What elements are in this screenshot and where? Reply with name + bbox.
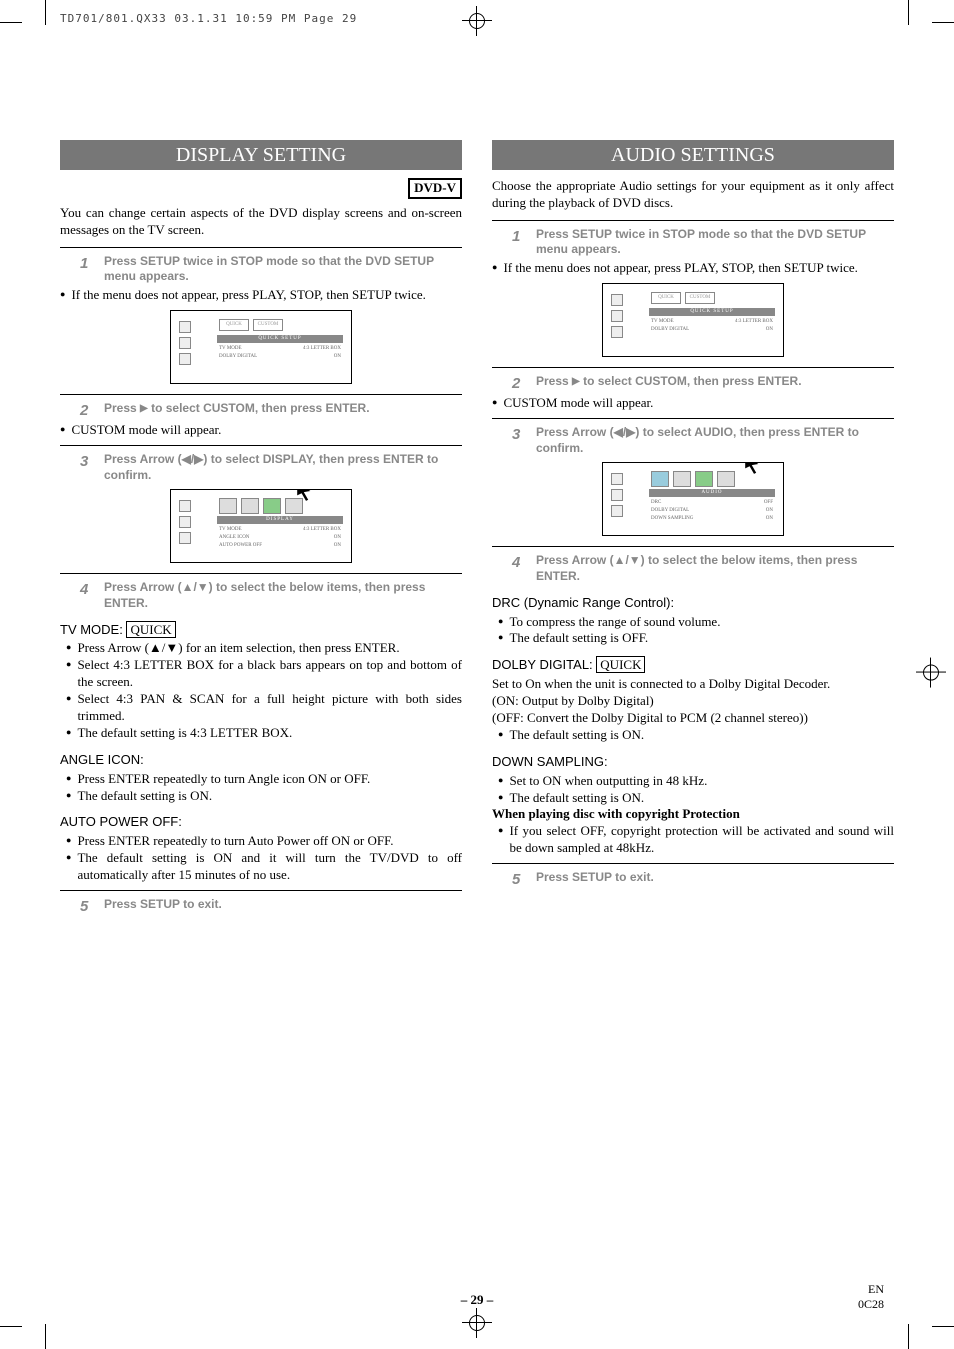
screen-illustration-display: DISPLAY TV MODE4:3 LETTER BOX ANGLE ICON… [170,489,352,563]
step-number: 5 [512,870,526,890]
copyright-note-heading: When playing disc with copyright Protect… [492,806,894,823]
bullet-text: CUSTOM mode will appear. [60,422,462,439]
print-header: TD701/801.QX33 03.1.31 10:59 PM Page 29 [60,12,357,26]
audio-settings-column: AUDIO SETTINGS Choose the appropriate Au… [492,140,894,918]
registration-mark-right [916,657,946,692]
bullet-text: Select 4:3 LETTER BOX for a black bars a… [66,657,462,691]
bullet-text: Press Arrow (▲/▼) for an item selection,… [66,640,462,657]
drc-heading: DRC (Dynamic Range Control): [492,595,894,612]
bullet-text: To compress the range of sound volume. [498,614,894,631]
step-text: Press Arrow (▲/▼) to select the below it… [536,553,894,584]
bullet-text: The default setting is ON. [498,790,894,807]
step-number: 4 [512,553,526,573]
dolby-digital-heading: DOLBY DIGITAL: QUICK [492,657,894,674]
step-text: Press ▶ to select CUSTOM, then press ENT… [536,374,894,390]
bullet-text: CUSTOM mode will appear. [492,395,894,412]
step-number: 3 [80,452,94,472]
bullet-text: If the menu does not appear, press PLAY,… [492,260,894,277]
play-right-icon: ▶ [140,402,148,415]
bullet-text: Select 4:3 PAN & SCAN for a full height … [66,691,462,725]
registration-mark-top [462,6,492,41]
screen-illustration-quick-setup: QUICK CUSTOM QUICK SETUP TV MODE4:3 LETT… [602,283,784,357]
registration-mark-bottom [462,1308,492,1343]
bullet-text: Press ENTER repeatedly to turn Auto Powe… [66,833,462,850]
step-number: 5 [80,897,94,917]
step-text: Press Arrow (◀/▶) to select AUDIO, then … [536,425,894,456]
bullet-text: The default setting is OFF. [498,630,894,647]
step-number: 1 [80,254,94,274]
screen-illustration-audio: AUDIO DRCOFF DOLBY DIGITALON DOWN SAMPLI… [602,462,784,536]
bullet-text: The default setting is 4:3 LETTER BOX. [66,725,462,742]
page-number: – 29 – [461,1292,494,1309]
tv-mode-heading: TV MODE: QUICK [60,622,462,639]
page-footer-code: EN 0C28 [858,1282,884,1313]
bullet-text: The default setting is ON. [66,788,462,805]
bullet-text: If the menu does not appear, press PLAY,… [60,287,462,304]
step-text: Press SETUP twice in STOP mode so that t… [104,254,462,285]
play-right-icon: ▶ [572,375,580,388]
bullet-text: The default setting is ON. [498,727,894,744]
step-number: 4 [80,580,94,600]
dolby-text: Set to On when the unit is connected to … [492,676,894,693]
pointer-arrow-icon [741,462,767,475]
step-text: Press Arrow (▲/▼) to select the below it… [104,580,462,611]
step-number: 1 [512,227,526,247]
step-number: 2 [512,374,526,394]
auto-power-off-heading: AUTO POWER OFF: [60,814,462,831]
step-number: 2 [80,401,94,421]
display-setting-column: DISPLAY SETTING DVD-V You can change cer… [60,140,462,918]
dolby-text: (OFF: Convert the Dolby Digital to PCM (… [492,710,894,727]
step-number: 3 [512,425,526,445]
step-text: Press SETUP to exit. [104,897,462,913]
audio-intro: Choose the appropriate Audio settings fo… [492,178,894,212]
bullet-text: Press ENTER repeatedly to turn Angle ico… [66,771,462,788]
display-setting-title: DISPLAY SETTING [60,140,462,170]
down-sampling-heading: DOWN SAMPLING: [492,754,894,771]
angle-icon-heading: ANGLE ICON: [60,752,462,769]
display-intro: You can change certain aspects of the DV… [60,205,462,239]
pointer-arrow-icon [293,489,319,502]
step-text: Press SETUP twice in STOP mode so that t… [536,227,894,258]
step-text: Press ▶ to select CUSTOM, then press ENT… [104,401,462,417]
bullet-text: If you select OFF, copyright protection … [498,823,894,857]
dvd-v-badge: DVD-V [408,178,462,199]
audio-settings-title: AUDIO SETTINGS [492,140,894,170]
screen-illustration-quick-setup: QUICK CUSTOM QUICK SETUP TV MODE4:3 LETT… [170,310,352,384]
dolby-text: (ON: Output by Dolby Digital) [492,693,894,710]
step-text: Press Arrow (◀/▶) to select DISPLAY, the… [104,452,462,483]
bullet-text: Set to ON when outputting in 48 kHz. [498,773,894,790]
step-text: Press SETUP to exit. [536,870,894,886]
bullet-text: The default setting is ON and it will tu… [66,850,462,884]
